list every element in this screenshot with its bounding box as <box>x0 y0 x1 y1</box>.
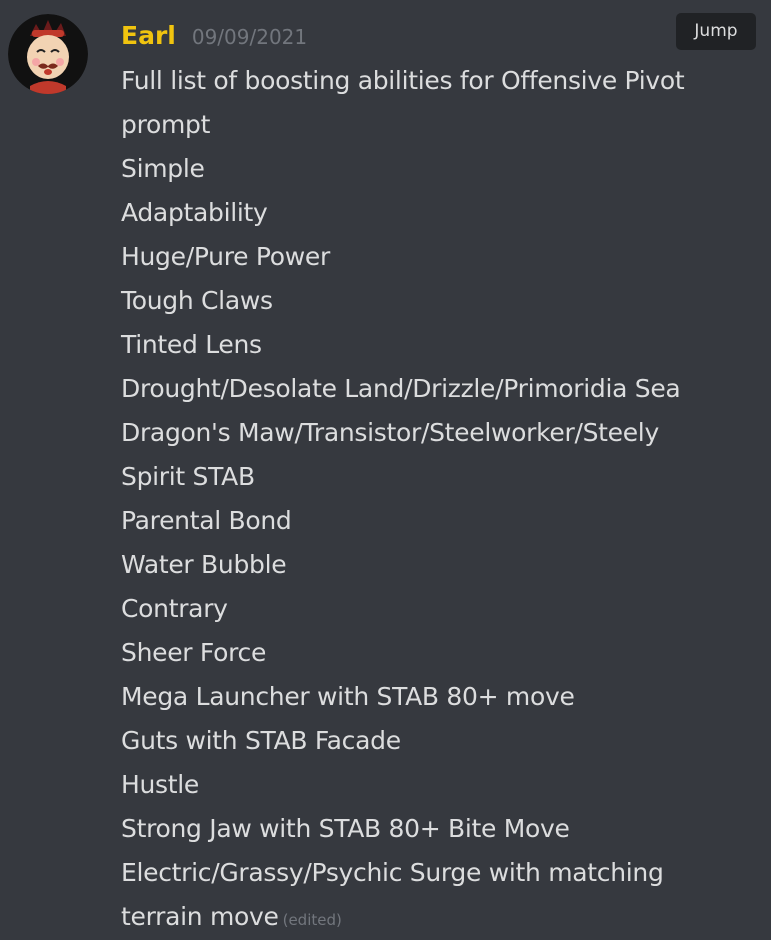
message-line: Huge/Pure Power <box>121 242 330 271</box>
message-content: Full list of boosting abilities for Offe… <box>121 59 771 939</box>
message-line: Adaptability <box>121 198 268 227</box>
message-line: Parental Bond <box>121 506 292 535</box>
jump-button[interactable]: Jump <box>676 13 756 50</box>
message-line: Sheer Force <box>121 638 267 667</box>
message-line-last: terrain move (edited) <box>121 895 771 939</box>
message-header: Earl 09/09/2021 <box>121 18 307 54</box>
message-line-text: terrain move <box>121 902 279 931</box>
chat-message: Earl 09/09/2021 Jump Full list of boosti… <box>0 0 771 940</box>
message-line: Tough Claws <box>121 286 273 315</box>
timestamp: 09/09/2021 <box>191 25 308 49</box>
message-line: Strong Jaw with STAB 80+ Bite Move <box>121 814 570 843</box>
message-line: Dragon's Maw/Transistor/Steelworker/Stee… <box>121 418 659 447</box>
message-line: Water Bubble <box>121 550 287 579</box>
message-line: Full list of boosting abilities for Offe… <box>121 66 685 95</box>
message-line: Spirit STAB <box>121 462 255 491</box>
message-line: Contrary <box>121 594 228 623</box>
username[interactable]: Earl <box>121 18 176 54</box>
message-line: Hustle <box>121 770 199 799</box>
message-line: prompt <box>121 110 211 139</box>
edited-label: (edited) <box>282 911 342 929</box>
avatar[interactable] <box>8 14 88 94</box>
message-line: Mega Launcher with STAB 80+ move <box>121 682 575 711</box>
message-line: Simple <box>121 154 205 183</box>
avatar-image <box>8 14 88 94</box>
message-line: Tinted Lens <box>121 330 262 359</box>
message-line: Electric/Grassy/Psychic Surge with match… <box>121 858 664 887</box>
message-line: Drought/Desolate Land/Drizzle/Primoridia… <box>121 374 681 403</box>
message-line: Guts with STAB Facade <box>121 726 401 755</box>
